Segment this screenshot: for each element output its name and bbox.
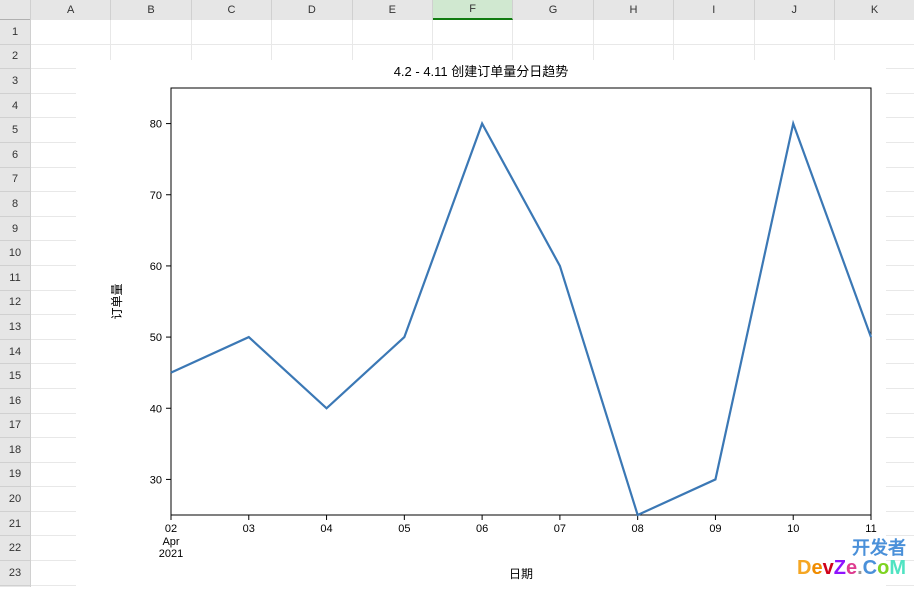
column-header[interactable]: D [272, 0, 352, 20]
grid-cell[interactable] [835, 20, 914, 44]
x-axis-label: 日期 [509, 567, 533, 581]
grid-cell[interactable] [31, 20, 111, 44]
column-header[interactable]: C [192, 0, 272, 20]
column-header[interactable]: F [433, 0, 513, 20]
column-header[interactable]: G [513, 0, 593, 20]
grid-cell[interactable] [192, 20, 272, 44]
chart-line [171, 124, 871, 515]
y-tick-label: 70 [150, 190, 162, 202]
row-header[interactable]: 11 [0, 266, 30, 291]
x-tick-label: 06 [476, 523, 488, 535]
grid-row [31, 20, 914, 45]
x-tick-label: 05 [398, 523, 410, 535]
column-header[interactable]: B [111, 0, 191, 20]
row-header[interactable]: 9 [0, 217, 30, 242]
x-tick-label: 08 [632, 523, 644, 535]
row-header[interactable]: 7 [0, 168, 30, 193]
row-headers: 1234567891011121314151617181920212223 [0, 0, 31, 587]
column-headers: ABCDEFGHIJK [31, 0, 914, 20]
chart-title: 4.2 - 4.11 创建订单量分日趋势 [394, 64, 569, 79]
row-header[interactable]: 15 [0, 364, 30, 389]
row-header[interactable]: 1 [0, 20, 30, 45]
row-header[interactable]: 13 [0, 315, 30, 340]
y-tick-label: 40 [150, 403, 162, 415]
grid-cell[interactable] [674, 20, 754, 44]
grid-cell[interactable] [272, 20, 352, 44]
y-tick-label: 50 [150, 332, 162, 344]
x-tick-label: 03 [243, 523, 255, 535]
row-header[interactable]: 20 [0, 487, 30, 512]
spreadsheet: 1234567891011121314151617181920212223 AB… [0, 0, 914, 587]
row-header[interactable]: 19 [0, 463, 30, 488]
x-tick-label: 07 [554, 523, 566, 535]
watermark-line2: DevZe.CoM [797, 558, 906, 579]
row-header[interactable]: 5 [0, 118, 30, 143]
y-tick-label: 60 [150, 261, 162, 273]
x-sub-label: Apr [162, 536, 179, 548]
column-header[interactable]: E [353, 0, 433, 20]
grid-cell[interactable] [513, 20, 593, 44]
column-header[interactable]: I [674, 0, 754, 20]
x-tick-label: 02 [165, 523, 177, 535]
row-header[interactable]: 18 [0, 438, 30, 463]
column-header[interactable]: J [755, 0, 835, 20]
x-sub-label: 2021 [159, 548, 183, 560]
row-header[interactable]: 6 [0, 143, 30, 168]
row-header[interactable]: 12 [0, 291, 30, 316]
main-area: ABCDEFGHIJK 4.2 - 4.11 创建订单量分日趋势 30 40 50 60… [31, 0, 914, 587]
row-header[interactable]: 21 [0, 512, 30, 537]
row-header[interactable]: 2 [0, 45, 30, 70]
x-tick-label: 09 [709, 523, 721, 535]
column-header[interactable]: A [31, 0, 111, 20]
x-tick-label: 11 [865, 523, 876, 535]
grid-cell[interactable] [755, 20, 835, 44]
row-header[interactable]: 16 [0, 389, 30, 414]
chart-svg: 4.2 - 4.11 创建订单量分日趋势 30 40 50 60 70 80 02 03 04 05… [76, 60, 886, 590]
grid-cell[interactable] [433, 20, 513, 44]
column-header[interactable]: H [594, 0, 674, 20]
row-header[interactable]: 4 [0, 94, 30, 119]
x-tick-label: 10 [787, 523, 799, 535]
cell-grid[interactable]: 4.2 - 4.11 创建订单量分日趋势 30 40 50 60 70 80 02 03 04 05… [31, 20, 914, 587]
grid-cell[interactable] [111, 20, 191, 44]
row-header[interactable]: 22 [0, 536, 30, 561]
row-header[interactable]: 14 [0, 340, 30, 365]
row-header[interactable]: 3 [0, 69, 30, 94]
grid-cell[interactable] [594, 20, 674, 44]
row-header[interactable]: 23 [0, 561, 30, 586]
watermark: 开发者 DevZe.CoM [797, 539, 906, 579]
plot-area [171, 88, 871, 515]
chart-object[interactable]: 4.2 - 4.11 创建订单量分日趋势 30 40 50 60 70 80 02 03 04 05… [76, 60, 886, 590]
row-header[interactable]: 10 [0, 241, 30, 266]
column-header[interactable]: K [835, 0, 914, 20]
row-header[interactable]: 8 [0, 192, 30, 217]
x-tick-label: 04 [320, 523, 332, 535]
watermark-line1: 开发者 [797, 539, 906, 558]
select-all-corner[interactable] [0, 0, 30, 20]
y-axis-label: 订单量 [110, 283, 124, 319]
y-tick-label: 80 [150, 119, 162, 131]
grid-cell[interactable] [353, 20, 433, 44]
row-header[interactable]: 17 [0, 414, 30, 439]
y-tick-label: 30 [150, 474, 162, 486]
